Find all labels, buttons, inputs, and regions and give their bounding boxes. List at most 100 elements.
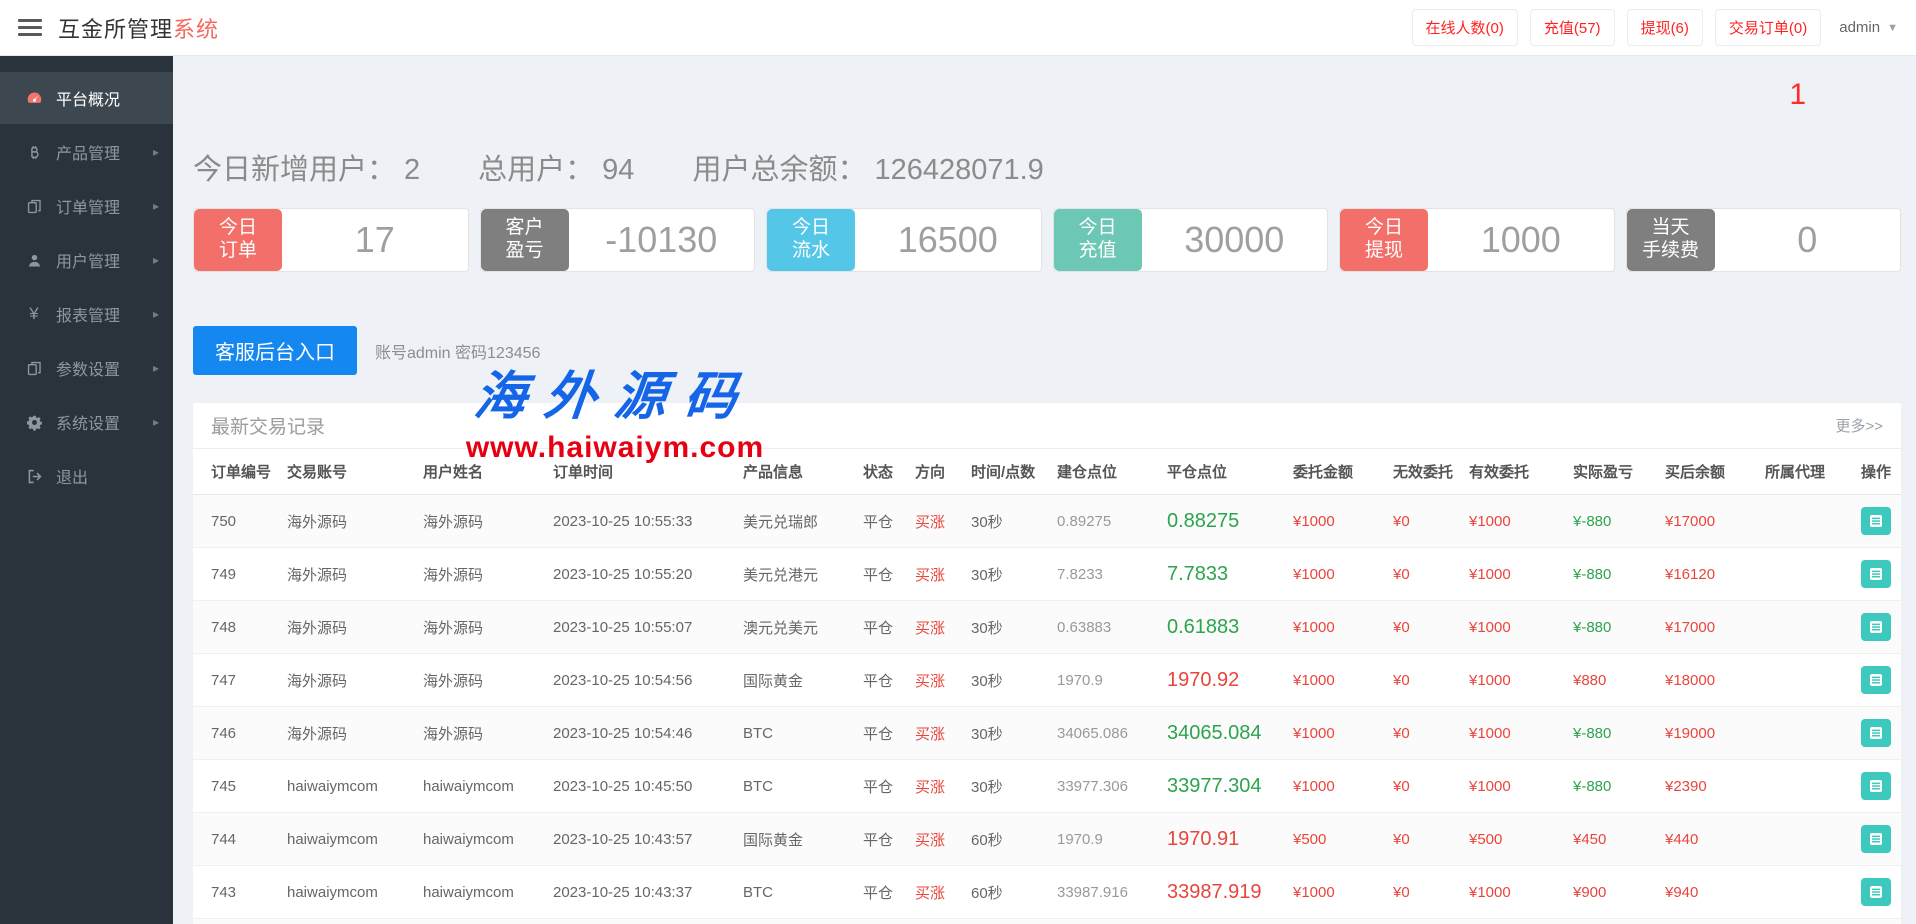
cell-entrust: ¥1000 — [1285, 654, 1385, 707]
cell-id: 745 — [193, 760, 279, 813]
cell-time: 2023-10-25 10:55:33 — [545, 495, 735, 548]
cell-balance: ¥17000 — [1657, 495, 1757, 548]
header-button-0[interactable]: 在线人数(0) — [1412, 9, 1518, 46]
cell-entrust: ¥1000 — [1285, 866, 1385, 919]
more-link[interactable]: 更多>> — [1835, 415, 1883, 436]
cell-text: 海外源码 — [423, 514, 483, 531]
cell-text: ¥2390 — [1665, 778, 1707, 795]
cell-balance: ¥940 — [1657, 866, 1757, 919]
cell-id: 749 — [193, 548, 279, 601]
cell-text: 海外源码 — [423, 620, 483, 637]
cell-text: 2023-10-25 10:45:50 — [553, 778, 692, 795]
header-button-3[interactable]: 交易订单(0) — [1715, 9, 1821, 46]
cell-id: 747 — [193, 654, 279, 707]
cell-text: haiwaiymcom — [423, 778, 514, 795]
cell-text: ¥1000 — [1469, 672, 1511, 689]
cell-close: 7.7833 — [1159, 548, 1285, 601]
top-header: 互金所管理系统 在线人数(0)充值(57)提现(6)交易订单(0) admin … — [0, 0, 1916, 56]
order-detail-button[interactable] — [1861, 825, 1891, 853]
app-title-dark: 互金所管理 — [58, 17, 173, 42]
cell-text: haiwaiymcom — [287, 884, 378, 901]
cell-entrust: ¥1000 — [1285, 548, 1385, 601]
sidebar-item-参数设置[interactable]: 参数设置 ▸ — [0, 342, 173, 394]
sidebar-item-用户管理[interactable]: 用户管理▸ — [0, 234, 173, 286]
cell-text: 748 — [211, 619, 236, 636]
service-backend-button[interactable]: 客服后台入口 — [193, 326, 357, 375]
order-detail-button[interactable] — [1861, 507, 1891, 535]
cell-account: 海外源码 — [279, 654, 415, 707]
cell-text: 743 — [211, 884, 236, 901]
panel-header: 最新交易记录 更多>> — [193, 403, 1901, 449]
cell-text: 2023-10-25 10:54:56 — [553, 672, 692, 689]
cell-text: 美元兑瑞郎 — [743, 514, 818, 531]
sidebar: 平台概况产品管理▸订单管理▸用户管理▸¥报表管理▸参数设置▸系统设置▸退出 — [0, 56, 173, 924]
cell-balance: ¥16120 — [1657, 548, 1757, 601]
cell-pl: ¥-880 — [1565, 707, 1657, 760]
table-row: 746海外源码海外源码2023-10-25 10:54:46BTC平仓买涨30秒… — [193, 707, 1901, 760]
cell-text: 平仓 — [863, 673, 893, 690]
sidebar-item-报表管理[interactable]: ¥报表管理▸ — [0, 288, 173, 340]
header-button-1[interactable]: 充值(57) — [1530, 9, 1615, 46]
cell-close: 33977.304 — [1159, 760, 1285, 813]
order-detail-button[interactable] — [1861, 666, 1891, 694]
cell-text: ¥880 — [1573, 672, 1606, 689]
cell-text: 34065.084 — [1167, 722, 1262, 744]
chevron-right-icon: ▸ — [153, 145, 159, 159]
cell-time: 2023-10-25 10:43:37 — [545, 866, 735, 919]
cell-text: ¥16120 — [1665, 566, 1715, 583]
cell-text: 60秒 — [971, 885, 1003, 902]
table-header-row: 订单编号交易账号用户姓名订单时间产品信息状态方向时间/点数建仓点位平仓点位委托金… — [193, 449, 1901, 495]
cell-text: 海外源码 — [423, 567, 483, 584]
gear-icon — [24, 412, 44, 432]
cell-text: 750 — [211, 513, 236, 530]
column-header: 平仓点位 — [1159, 449, 1285, 495]
card-value: 16500 — [855, 209, 1041, 271]
cell-valid: ¥500 — [1461, 813, 1565, 866]
sidebar-item-label: 订单管理 — [56, 194, 120, 218]
user-menu[interactable]: admin ▼ — [1839, 19, 1898, 36]
cell-pl: ¥-880 — [1565, 548, 1657, 601]
sidebar-item-产品管理[interactable]: 产品管理▸ — [0, 126, 173, 178]
cell-text: BTC — [743, 778, 773, 795]
column-header: 无效委托 — [1385, 449, 1461, 495]
header-button-2[interactable]: 提现(6) — [1627, 9, 1703, 46]
sidebar-item-label: 参数设置 — [56, 356, 120, 380]
summary-card: 今日 流水16500 — [766, 208, 1042, 272]
cell-text: ¥1000 — [1293, 566, 1335, 583]
cell-text: ¥1000 — [1469, 566, 1511, 583]
cell-text: ¥1000 — [1469, 619, 1511, 636]
cell-text: ¥-880 — [1573, 725, 1611, 742]
cell-text: 7.8233 — [1057, 566, 1103, 583]
chevron-right-icon: ▸ — [153, 253, 159, 267]
cell-text: ¥17000 — [1665, 619, 1715, 636]
cell-status: 平仓 — [855, 760, 907, 813]
bitcoin-icon — [24, 142, 44, 162]
order-detail-button[interactable] — [1861, 719, 1891, 747]
sidebar-item-label: 系统设置 — [56, 410, 120, 434]
stat-item: 今日新增用户：2 — [193, 146, 420, 188]
cell-text: ¥-880 — [1573, 566, 1611, 583]
cell-text: 0.89275 — [1057, 513, 1111, 530]
cell-time: 2023-10-25 10:45:50 — [545, 760, 735, 813]
order-detail-button[interactable] — [1861, 772, 1891, 800]
order-detail-button[interactable] — [1861, 613, 1891, 641]
order-detail-button[interactable] — [1861, 560, 1891, 588]
sidebar-item-订单管理[interactable]: 订单管理▸ — [0, 180, 173, 232]
column-header: 方向 — [907, 449, 963, 495]
card-value: 1000 — [1428, 209, 1614, 271]
cell-text: BTC — [743, 725, 773, 742]
cell-direction: 买涨 — [907, 813, 963, 866]
table-row: 747海外源码海外源码2023-10-25 10:54:56国际黄金平仓买涨30… — [193, 654, 1901, 707]
chevron-right-icon: ▸ — [153, 361, 159, 375]
cell-status: 平仓 — [855, 866, 907, 919]
sidebar-item-系统设置[interactable]: 系统设置▸ — [0, 396, 173, 448]
cell-text: 30秒 — [971, 514, 1003, 531]
cell-text: ¥0 — [1393, 619, 1410, 636]
latest-trades-panel: 最新交易记录 更多>> 订单编号交易账号用户姓名订单时间产品信息状态方向时间/点… — [193, 403, 1901, 924]
order-detail-button[interactable] — [1861, 878, 1891, 906]
user-name: admin — [1839, 19, 1880, 36]
sidebar-item-平台概况[interactable]: 平台概况 — [0, 72, 173, 124]
service-row: 客服后台入口 账号admin 密码123456 — [193, 326, 1901, 375]
hamburger-menu-icon[interactable] — [18, 19, 42, 36]
sidebar-item-退出[interactable]: 退出 — [0, 450, 173, 502]
